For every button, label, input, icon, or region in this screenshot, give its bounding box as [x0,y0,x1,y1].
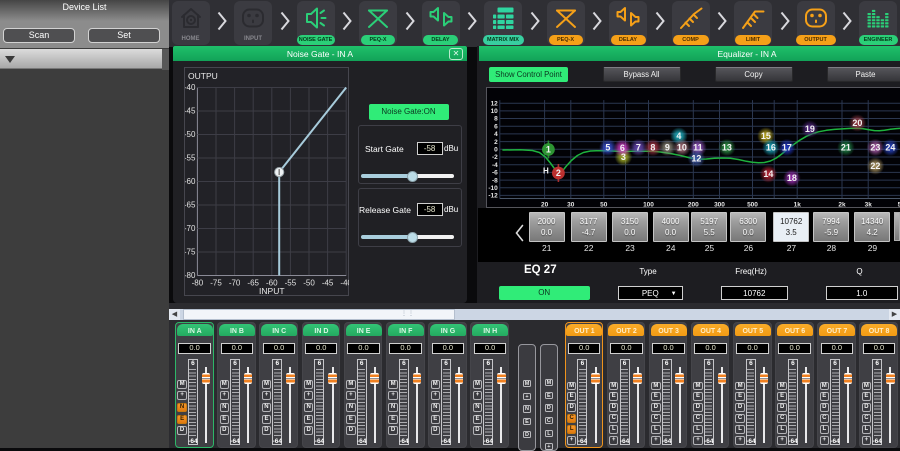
svg-text:1: 1 [545,145,550,155]
svg-text:7: 7 [635,143,640,153]
svg-text:12: 12 [691,154,701,164]
svg-text:6: 6 [494,123,498,130]
svg-text:22: 22 [870,161,880,171]
svg-text:5k: 5k [897,202,899,208]
svg-text:30: 30 [567,202,575,208]
svg-text:18: 18 [786,173,796,183]
svg-text:23: 23 [870,143,880,153]
svg-text:14: 14 [763,169,773,179]
svg-text:300: 300 [714,202,725,208]
svg-text:4: 4 [494,131,498,138]
svg-text:10: 10 [676,143,686,153]
svg-text:-65: -65 [185,201,196,210]
svg-text:8: 8 [494,116,498,123]
svg-text:9: 9 [664,143,669,153]
svg-text:200: 200 [687,202,698,208]
svg-text:H: H [543,167,549,176]
svg-text:-55: -55 [185,154,196,163]
svg-text:2: 2 [494,139,498,146]
svg-text:-45: -45 [322,278,334,287]
svg-text:-50: -50 [185,130,196,139]
svg-text:-55: -55 [285,278,297,287]
svg-text:6: 6 [619,143,624,153]
svg-text:-75: -75 [211,278,223,287]
svg-text:2: 2 [555,168,560,178]
svg-text:4: 4 [676,131,681,141]
svg-text:17: 17 [781,143,791,153]
svg-text:-40: -40 [185,83,196,92]
svg-text:12: 12 [490,100,498,107]
svg-text:50: 50 [600,202,608,208]
svg-text:2k: 2k [838,202,846,208]
svg-text:24: 24 [885,143,895,153]
svg-text:-50: -50 [304,278,316,287]
svg-text:100: 100 [643,202,654,208]
svg-text:-6: -6 [492,170,498,177]
svg-text:500: 500 [747,202,758,208]
svg-text:-4: -4 [492,162,498,169]
svg-text:11: 11 [693,143,703,153]
svg-text:-65: -65 [248,278,260,287]
svg-text:-10: -10 [488,185,498,192]
svg-text:-70: -70 [229,278,241,287]
svg-text:0: 0 [494,147,498,154]
svg-text:-2: -2 [492,154,498,161]
svg-text:10: 10 [490,108,498,115]
svg-text:20: 20 [541,202,549,208]
svg-text:-40: -40 [341,278,350,287]
svg-text:21: 21 [840,143,850,153]
svg-text:-12: -12 [488,193,498,200]
svg-text:-8: -8 [492,177,498,184]
svg-text:OUTPU: OUTPU [188,71,218,81]
svg-text:8: 8 [650,143,655,153]
svg-text:13: 13 [721,143,731,153]
svg-text:-75: -75 [185,248,196,257]
svg-text:INPUT: INPUT [259,286,285,295]
svg-text:-70: -70 [185,224,196,233]
svg-text:5: 5 [605,143,610,153]
svg-text:19: 19 [804,124,814,134]
svg-text:-60: -60 [185,177,196,186]
svg-text:-80: -80 [192,278,204,287]
svg-text:20: 20 [852,118,862,128]
svg-text:1k: 1k [793,202,801,208]
svg-text:3: 3 [620,152,625,162]
svg-text:16: 16 [765,143,775,153]
svg-text:15: 15 [760,131,770,141]
svg-text:-45: -45 [185,107,196,116]
svg-text:3k: 3k [864,202,872,208]
